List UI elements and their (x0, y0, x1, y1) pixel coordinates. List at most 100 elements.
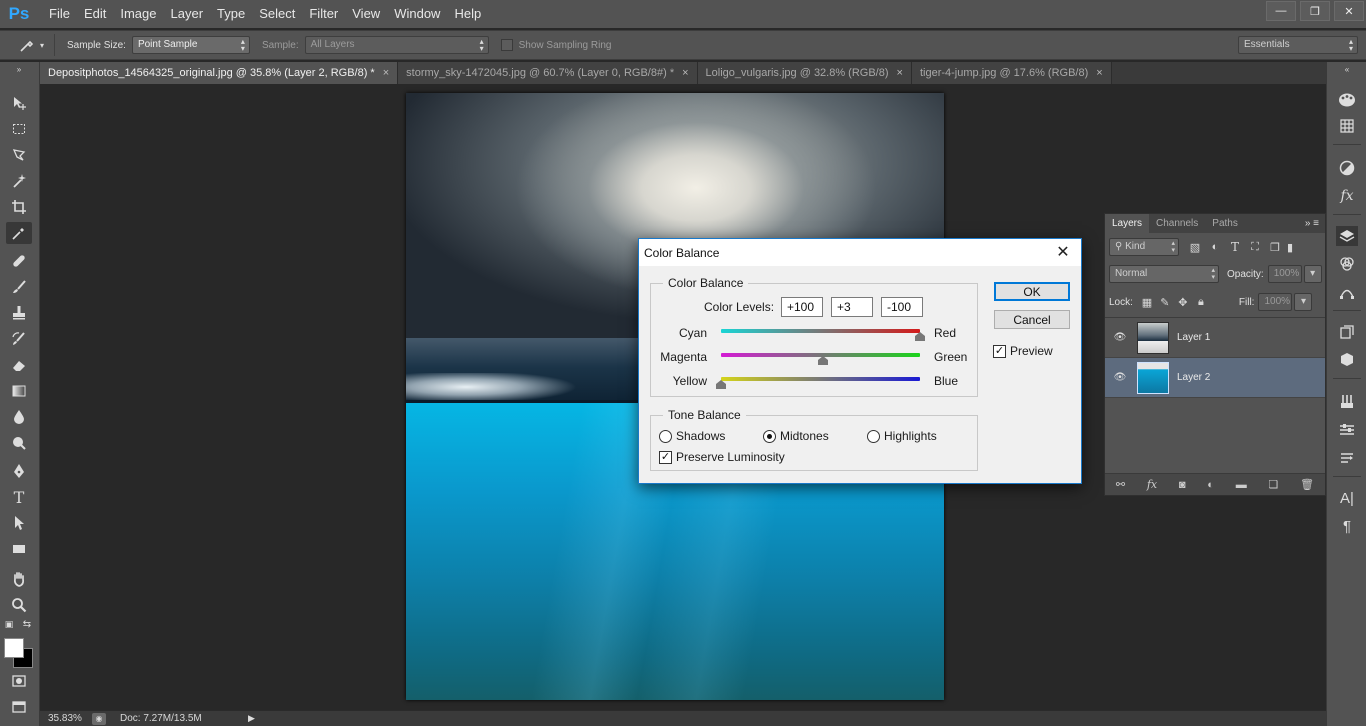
layer-style-icon[interactable]: fx (1147, 478, 1157, 491)
clone-source-panel-icon[interactable] (1336, 448, 1358, 468)
sample-size-select[interactable]: Point Sample ▴ ▾ (131, 36, 250, 54)
dialog-close-icon[interactable]: ✕ (1053, 242, 1073, 262)
gradient-tool-icon[interactable] (6, 380, 32, 402)
swatches-panel-icon[interactable] (1336, 116, 1358, 136)
midtones-radio[interactable]: Midtones (763, 429, 829, 443)
panel-menu-icon[interactable]: » ≡ (1305, 214, 1325, 233)
layer-row-layer-1[interactable]: 👁︎ Layer 1 (1105, 318, 1325, 358)
close-tab-icon[interactable]: × (1096, 67, 1102, 79)
styles-panel-icon[interactable]: fx (1336, 186, 1358, 206)
fill-input[interactable]: 100% (1258, 293, 1293, 311)
menu-help[interactable]: Help (447, 0, 488, 28)
tab-layers[interactable]: Layers (1105, 214, 1150, 233)
dodge-tool-icon[interactable] (6, 432, 32, 454)
new-group-icon[interactable]: ▬ (1236, 479, 1247, 491)
tab-channels[interactable]: Channels (1149, 214, 1205, 233)
quick-mask-icon[interactable] (6, 670, 32, 692)
properties-panel-icon[interactable] (1336, 350, 1358, 370)
dialog-titlebar[interactable]: Color Balance (639, 239, 1081, 266)
history-brush-tool-icon[interactable] (6, 328, 32, 350)
visibility-eye-icon[interactable]: 👁︎ (1109, 332, 1131, 343)
zoom-level[interactable]: 35.83% (40, 713, 92, 724)
brush-presets-panel-icon[interactable] (1336, 392, 1358, 412)
radio-button[interactable] (659, 429, 672, 443)
type-tool-icon[interactable]: T (6, 486, 32, 508)
workspace-select[interactable]: Essentials ▴ ▾ (1238, 36, 1358, 54)
cyan-red-slider-thumb[interactable] (915, 332, 925, 341)
blur-tool-icon[interactable] (6, 406, 32, 428)
layer-row-layer-2[interactable]: 👁︎ Layer 2 (1105, 358, 1325, 398)
color-level-3-input[interactable]: -100 (881, 297, 923, 317)
tool-preset-chevron-icon[interactable]: ▾ (40, 41, 44, 50)
menu-file[interactable]: File (42, 0, 77, 28)
tool-presets-panel-icon[interactable] (1336, 420, 1358, 440)
eyedropper-tool-icon[interactable] (6, 222, 32, 244)
hand-tool-icon[interactable] (6, 568, 32, 590)
delete-layer-icon[interactable]: 🗑︎ (1300, 478, 1314, 491)
layer-name[interactable]: Layer 1 (1177, 332, 1210, 343)
filter-toggle-icon[interactable]: ▮ (1285, 239, 1295, 255)
radio-button[interactable] (867, 429, 880, 443)
history-panel-icon[interactable] (1336, 322, 1358, 342)
lock-all-icon[interactable]: 🔒︎ (1193, 294, 1209, 310)
visibility-eye-icon[interactable]: 👁︎ (1109, 372, 1131, 383)
tab-document-2[interactable]: stormy_sky-1472045.jpg @ 60.7% (Layer 0,… (398, 62, 698, 84)
default-colors-icon[interactable]: ▣ (2, 618, 16, 630)
layers-panel-icon[interactable] (1336, 226, 1358, 246)
tab-paths[interactable]: Paths (1205, 214, 1245, 233)
filter-shape-icon[interactable]: ⛶ (1247, 239, 1263, 255)
path-selection-tool-icon[interactable] (6, 512, 32, 534)
add-mask-icon[interactable]: ◙ (1179, 479, 1186, 491)
filter-pixel-icon[interactable]: ▧ (1187, 239, 1203, 255)
ok-button[interactable]: OK (994, 282, 1070, 301)
adjustments-panel-icon[interactable] (1336, 158, 1358, 178)
lock-transparent-pixels-icon[interactable]: ▦ (1139, 294, 1155, 310)
eyedropper-preset-icon[interactable] (14, 34, 40, 56)
new-adjustment-layer-icon[interactable]: ◐ (1207, 479, 1214, 491)
pen-tool-icon[interactable] (6, 460, 32, 482)
tab-document-1[interactable]: Depositphotos_14564325_original.jpg @ 35… (40, 62, 399, 84)
paths-panel-icon[interactable] (1336, 282, 1358, 302)
foreground-color-swatch[interactable] (4, 638, 24, 658)
color-panel-icon[interactable] (1336, 90, 1358, 110)
filter-smart-object-icon[interactable]: ❐ (1267, 239, 1283, 255)
menu-filter[interactable]: Filter (302, 0, 345, 28)
menu-select[interactable]: Select (252, 0, 302, 28)
brush-tool-icon[interactable] (6, 276, 32, 298)
status-menu-arrow-icon[interactable]: ▶ (248, 713, 255, 724)
sample-select[interactable]: All Layers ▴ ▾ (304, 36, 489, 54)
menu-window[interactable]: Window (387, 0, 447, 28)
yellow-blue-slider-thumb[interactable] (716, 380, 726, 389)
show-sampling-ring-checkbox[interactable] (500, 39, 513, 51)
channels-panel-icon[interactable] (1336, 254, 1358, 274)
link-layers-icon[interactable]: ⚯ (1116, 478, 1125, 491)
preview-checkbox[interactable]: ✓ Preview (993, 344, 1053, 358)
healing-brush-tool-icon[interactable] (6, 250, 32, 272)
opacity-dropdown-icon[interactable]: ▾ (1303, 265, 1322, 283)
fill-dropdown-icon[interactable]: ▾ (1294, 293, 1313, 311)
menu-view[interactable]: View (345, 0, 387, 28)
paragraph-panel-icon[interactable]: ¶ (1336, 516, 1358, 536)
filter-adjustment-icon[interactable]: ◐ (1207, 239, 1223, 255)
blend-mode-select[interactable]: Normal ▴ ▾ (1109, 265, 1219, 283)
cancel-button[interactable]: Cancel (994, 310, 1070, 329)
zoom-tool-icon[interactable] (6, 594, 32, 616)
toolbar-collapse-icon[interactable]: » (6, 64, 32, 74)
cyan-red-slider[interactable] (721, 329, 920, 333)
preserve-luminosity-checkbox[interactable]: ✓ Preserve Luminosity (659, 450, 785, 464)
character-panel-icon[interactable]: A| (1336, 488, 1358, 508)
new-layer-icon[interactable]: ❏ (1268, 478, 1278, 491)
color-level-2-input[interactable]: +3 (831, 297, 873, 317)
radio-button[interactable] (763, 429, 776, 443)
lasso-tool-icon[interactable] (6, 144, 32, 166)
yellow-blue-slider[interactable] (721, 377, 920, 381)
restore-button[interactable]: ❐ (1300, 1, 1330, 21)
close-tab-icon[interactable]: × (682, 67, 688, 79)
lock-image-pixels-icon[interactable]: ✎ (1157, 294, 1173, 310)
color-level-1-input[interactable]: +100 (781, 297, 823, 317)
clone-stamp-tool-icon[interactable] (6, 302, 32, 324)
menu-type[interactable]: Type (210, 0, 252, 28)
screen-mode-icon[interactable] (6, 696, 32, 718)
filter-type-icon[interactable]: T (1227, 239, 1243, 255)
move-tool-icon[interactable] (6, 92, 32, 114)
